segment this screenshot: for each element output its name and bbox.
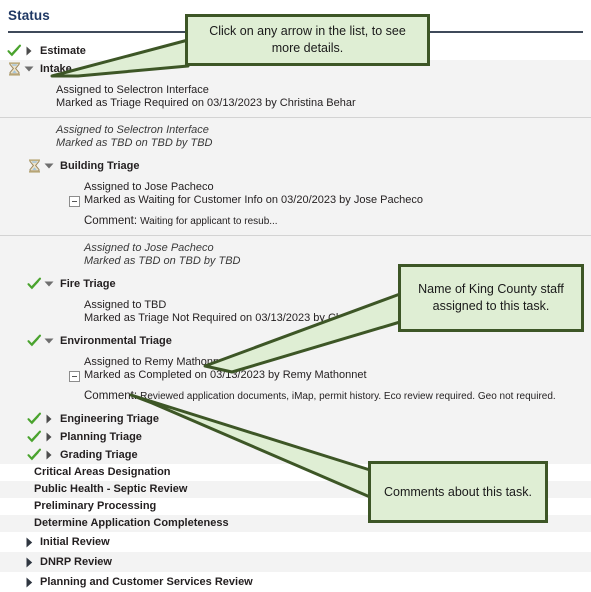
tree-node-planning-customer-services-review[interactable]: Planning and Customer Services Review — [0, 572, 591, 592]
tree-node-environmental-triage[interactable]: Environmental Triage — [0, 332, 591, 350]
comment-label: Comment: — [84, 215, 138, 227]
check-icon — [26, 429, 42, 445]
detail-block: Assigned to Selectron Interface Marked a… — [0, 117, 591, 157]
tree-node-initial-review[interactable]: Initial Review — [0, 532, 591, 552]
tree-node-building-triage[interactable]: Building Triage — [0, 157, 591, 175]
arrow-right-icon[interactable] — [42, 447, 56, 463]
comment-line: Comment: Waiting for applicant to resub.… — [0, 207, 591, 228]
assigned-line: Assigned to Jose Pacheco — [84, 242, 214, 254]
tree-node-dnrp-review[interactable]: DNRP Review — [0, 552, 591, 572]
check-icon — [26, 447, 42, 463]
detail-panel-intake: Assigned to Selectron Interface Marked a… — [0, 78, 591, 157]
arrow-right-icon[interactable] — [42, 411, 56, 427]
assigned-line: Assigned to Jose Pacheco — [84, 181, 214, 193]
comment-text: Reviewed application documents, iMap, pe… — [140, 391, 556, 402]
marked-line: Marked as TBD on TBD by TBD — [56, 137, 213, 149]
arrow-down-icon[interactable] — [42, 276, 56, 292]
hourglass-icon — [6, 61, 22, 77]
arrow-right-icon[interactable] — [42, 429, 56, 445]
status-icon-placeholder — [6, 554, 22, 570]
detail-block: Assigned to Selectron Interface Marked a… — [0, 78, 591, 117]
comment-label: Comment: — [84, 390, 138, 402]
arrow-right-icon[interactable] — [22, 534, 36, 550]
arrow-right-icon[interactable] — [22, 43, 36, 59]
marked-line: Marked as Triage Required on 03/13/2023 … — [56, 97, 356, 109]
tree-node-label: Grading Triage — [60, 449, 138, 461]
detail-block: Assigned to Jose Pacheco Marked as Waiti… — [0, 175, 591, 235]
arrow-down-icon[interactable] — [42, 333, 56, 349]
marked-line: Marked as Waiting for Customer Info on 0… — [84, 194, 423, 206]
tree-node-label: Engineering Triage — [60, 413, 160, 425]
comment-text: Waiting for applicant to resub... — [140, 216, 278, 227]
tree-node-label: Building Triage — [60, 160, 140, 172]
assigned-line: Assigned to Remy Mathonnet — [84, 356, 229, 368]
tree-node-label: Planning and Customer Services Review — [40, 576, 253, 588]
comment-line: Comment: Reviewed application documents,… — [0, 382, 591, 403]
tree-node-label: Initial Review — [40, 536, 110, 548]
assigned-line: Assigned to Selectron Interface — [56, 124, 209, 136]
tree-node-label: Environmental Triage — [60, 335, 172, 347]
marked-line: Marked as Completed on 03/13/2023 by Rem… — [84, 369, 367, 381]
tree-node-planning-triage[interactable]: Planning Triage — [0, 428, 591, 446]
arrow-right-icon[interactable] — [22, 554, 36, 570]
hourglass-icon — [26, 158, 42, 174]
detail-panel-environmental-triage: Assigned to Remy Mathonnet Marked as Com… — [0, 350, 591, 410]
tree-node-label: DNRP Review — [40, 556, 112, 568]
page-title: Status — [8, 8, 50, 23]
assigned-line: Assigned to Selectron Interface — [56, 84, 209, 96]
annotation-callout-arrows: Click on any arrow in the list, to see m… — [185, 14, 430, 66]
check-icon — [6, 43, 22, 59]
annotation-callout-staff: Name of King County staff assigned to th… — [398, 264, 584, 332]
detail-panel-building-triage: Assigned to Jose Pacheco Marked as Waiti… — [0, 175, 591, 275]
status-icon-placeholder — [6, 534, 22, 550]
tree-node-label: Planning Triage — [60, 431, 142, 443]
tree-node-engineering-triage[interactable]: Engineering Triage — [0, 410, 591, 428]
arrow-down-icon[interactable] — [22, 61, 36, 77]
annotation-callout-comments: Comments about this task. — [368, 461, 548, 523]
tree-node-label: Intake — [40, 63, 72, 75]
detail-block: Assigned to Remy Mathonnet Marked as Com… — [0, 350, 591, 410]
check-icon — [26, 411, 42, 427]
check-icon — [26, 333, 42, 349]
check-icon — [26, 276, 42, 292]
tree-node-label: Estimate — [40, 45, 86, 57]
arrow-down-icon[interactable] — [42, 158, 56, 174]
tree-node-label: Fire Triage — [60, 278, 116, 290]
